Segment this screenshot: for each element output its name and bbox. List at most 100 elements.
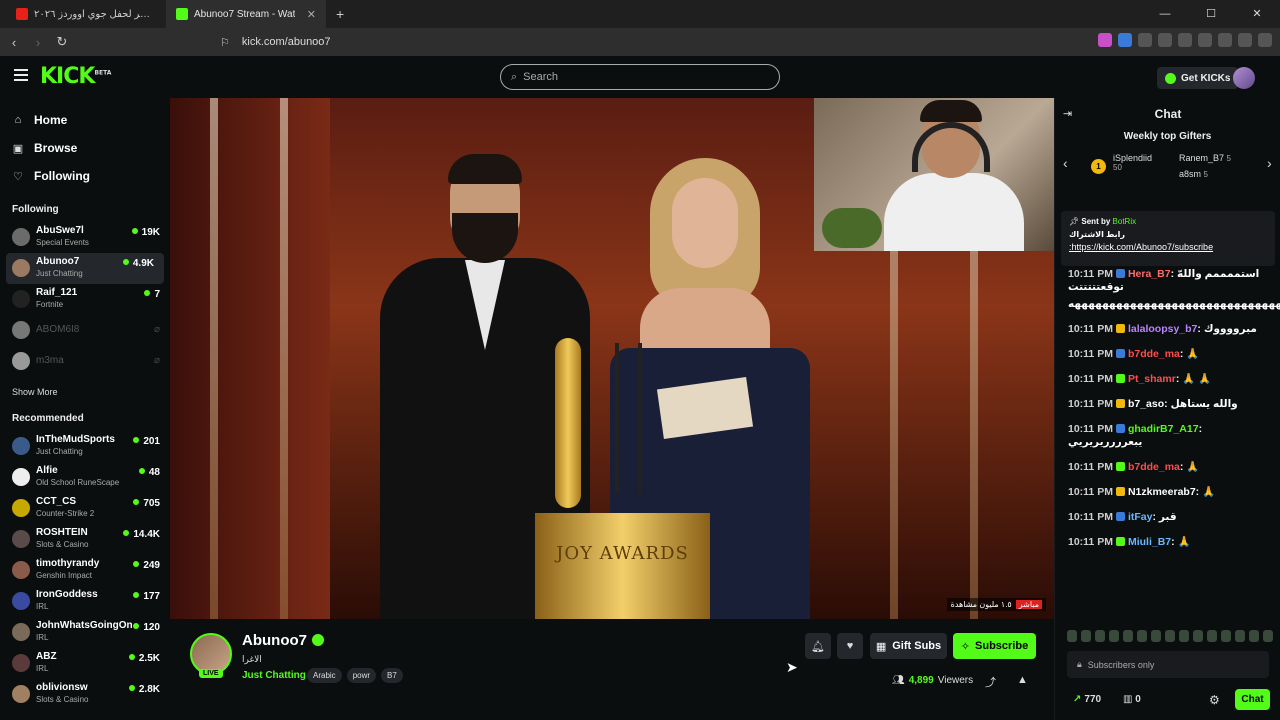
get-kicks-button[interactable]: Get KICKs [1157,67,1239,89]
sidebar-channel[interactable]: CCT_CS Counter-Strike 2 705 [0,493,170,524]
gift-subs-button[interactable]: ▦ Gift Subs [870,633,947,659]
sidebar-channel[interactable]: timothyrandy Genshin Impact 249 [0,555,170,586]
message-username[interactable]: Hera_B7 [1128,268,1171,280]
browser-tab-1[interactable]: البث المباشر لحفل جوي اووردز ٢٠٢٦ [6,0,166,28]
message-username[interactable]: itFay [1128,511,1153,523]
chat-input-placeholder: Subscribers only [1087,659,1155,670]
extension-icon[interactable] [1118,33,1132,47]
streamer-name[interactable]: Abunoo7 [242,632,324,649]
avatar [12,499,30,517]
emote-icon[interactable] [1095,630,1105,642]
message-username[interactable]: b7dde_ma [1128,348,1180,360]
gifter-name: iSplendiid [1113,153,1153,163]
sidebar-channel[interactable]: AbuSwe7l Special Events 19K [0,222,170,253]
sidebar-channel[interactable]: ROSHTEIN Slots & Casino 14.4K [0,524,170,555]
chevron-right-icon[interactable]: › [1267,155,1272,171]
extension-icon[interactable] [1138,33,1152,47]
message-username[interactable]: b7_aso [1128,398,1164,410]
subscribe-button[interactable]: ✧ Subscribe [953,633,1036,659]
sidebar-channel[interactable]: IronGoddess IRL 177 [0,586,170,617]
message-text: 🙏 [1177,536,1191,548]
avatar[interactable] [1233,67,1255,89]
show-more-link[interactable]: Show More [0,387,170,399]
sidebar-channel[interactable]: ABZ IRL 2.5K [0,648,170,679]
video-player[interactable]: JOY AWARDS ١.٥ مليون مشاهدة مباشر [170,98,1054,619]
chat-send-button[interactable]: Chat [1235,689,1270,710]
following-list: AbuSwe7l Special Events 19K Abunoo7 Just Cha… [0,222,170,377]
sidebar-channel[interactable]: InTheMudSports Just Chatting 201 [0,431,170,462]
message-username[interactable]: Miuli_B7 [1128,536,1171,548]
sidebar-channel[interactable]: oblivionsw Slots & Casino 2.8K [0,679,170,710]
new-tab-icon[interactable]: + [326,6,354,22]
sidebar-channel[interactable]: JohnWhatsGoingOn IRL 120 [0,617,170,648]
stage-backdrop [170,98,330,619]
browse-icon: ▣ [12,142,24,155]
menu-icon[interactable] [1258,33,1272,47]
emote-icon[interactable] [1193,630,1203,642]
extension-icon[interactable] [1098,33,1112,47]
category-link[interactable]: Just Chatting [242,670,306,681]
sidebar-item-following[interactable]: ♡ Following [0,162,170,190]
message-username[interactable]: Pt_shamr [1128,373,1176,385]
chat-input[interactable]: 🔒︎ Subscribers only [1067,651,1269,678]
kick-logo[interactable]: KICKBETA [40,64,111,89]
emote-icon[interactable] [1123,630,1133,642]
follow-heart-button[interactable]: ♥ [837,633,863,659]
extension-icon[interactable] [1178,33,1192,47]
box-balance[interactable]: ▥ 0 [1123,694,1141,705]
viewer-count: 201 [133,436,160,447]
hamburger-icon[interactable] [14,69,28,81]
extension-icon[interactable] [1218,33,1232,47]
sidebar-item-browse[interactable]: ▣ Browse [0,134,170,162]
extension-icon[interactable] [1158,33,1172,47]
report-icon[interactable]: ▲ [1017,674,1028,686]
maximize-icon[interactable]: ☐ [1188,0,1234,28]
emote-icon[interactable] [1249,630,1259,642]
emote-icon[interactable] [1179,630,1189,642]
tag[interactable]: Arabic [307,668,342,683]
sidebar-channel[interactable]: Abunoo7 Just Chatting 4.9K [6,253,164,284]
close-tab-icon[interactable]: ✕ [307,8,316,21]
message-username[interactable]: N1zkmeerab7 [1128,486,1196,498]
gear-icon[interactable]: ⚙ [1209,693,1220,707]
tag[interactable]: B7 [381,668,403,683]
kicks-balance[interactable]: 770 [1073,694,1101,705]
sidebar-channel[interactable]: Alfie Old School RuneScape 48 [0,462,170,493]
emote-icon[interactable] [1137,630,1147,642]
badge-icon [1115,374,1125,383]
emote-icon[interactable] [1207,630,1217,642]
sidebar-channel[interactable]: m3ma ⌀ [0,346,170,377]
emote-icon[interactable] [1067,630,1077,642]
sidebar-channel[interactable]: ABOM6I8 ⌀ [0,315,170,346]
extension-icon[interactable] [1238,33,1252,47]
emote-icon[interactable] [1263,630,1273,642]
emote-icon[interactable] [1235,630,1245,642]
emote-icon[interactable] [1109,630,1119,642]
emote-icon[interactable] [1151,630,1161,642]
message-username[interactable]: b7dde_ma [1128,461,1180,473]
pinned-link[interactable]: :https://kick.com/Abunoo7/subscribe [1069,242,1267,252]
extension-icon[interactable] [1198,33,1212,47]
share-icon[interactable]: ⤴ [985,674,996,690]
forward-icon[interactable]: › [28,35,48,50]
sidebar-item-home[interactable]: ⌂ Home [0,106,170,134]
search-input[interactable]: ⌕ Search [500,64,780,90]
sidebar-channel[interactable]: Raif_121 Fortnite 7 [0,284,170,315]
emote-icon[interactable] [1221,630,1231,642]
url-field[interactable]: ⚐ kick.com/abunoo7 [220,31,965,53]
message-username[interactable]: lalaloopsy_b7 [1128,323,1197,335]
minimize-icon[interactable]: — [1142,0,1188,28]
chevron-left-icon[interactable]: ‹ [1063,155,1068,171]
emote-icon[interactable] [1081,630,1091,642]
message-username[interactable]: ghadirB7_A17 [1128,423,1199,435]
tag[interactable]: powr [346,668,377,683]
avatar [12,685,30,703]
back-icon[interactable]: ‹ [4,35,24,50]
browser-tab-2[interactable]: Abunoo7 Stream - Watch Live ✕ [166,0,326,28]
notification-bell-button[interactable]: 🔔︎ [805,633,831,659]
bookmark-icon[interactable]: ⚐ [220,36,230,49]
close-window-icon[interactable]: ✕ [1234,0,1280,28]
emote-icon[interactable] [1165,630,1175,642]
heart-icon: ♡ [13,170,23,183]
reload-icon[interactable]: ↻ [52,34,72,50]
